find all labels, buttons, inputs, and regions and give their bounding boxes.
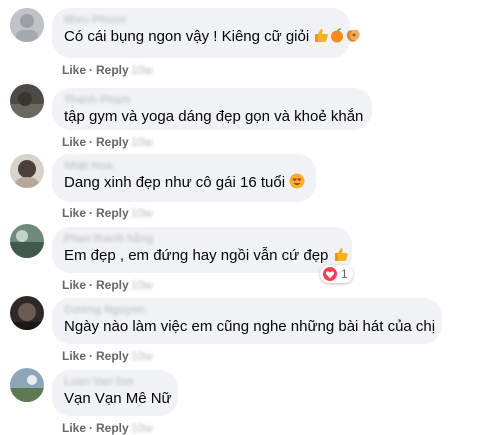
- comment-author[interactable]: Mieu Phuon: [64, 14, 338, 27]
- like-link[interactable]: Like: [62, 63, 86, 77]
- avatar[interactable]: [10, 84, 44, 118]
- comment-text: Em đẹp , em đứng hay ngồi vẫn cứ đẹp: [64, 246, 348, 268]
- love-reaction-icon: [323, 267, 337, 281]
- reply-link[interactable]: Reply: [96, 278, 129, 292]
- comment-author[interactable]: Phan thanh hằng: [64, 233, 340, 246]
- action-separator: ·: [89, 135, 94, 149]
- reply-link[interactable]: Reply: [96, 135, 129, 149]
- comment-author[interactable]: Nhật Hoa: [64, 160, 304, 173]
- comment-bubble: Phan thanh hằng Em đẹp , em đứng hay ngồ…: [52, 227, 352, 273]
- thumbs-up-emoji: [313, 27, 329, 49]
- avatar[interactable]: [10, 8, 44, 42]
- comment-actions: Like · Reply 10w: [62, 349, 153, 363]
- comment-text: Dang xinh đẹp như cô gái 16 tuổi: [64, 173, 305, 195]
- comment-text-content: Có cái bụng ngon vậy ! Kiêng cữ giỏi: [64, 28, 310, 45]
- action-separator: ·: [89, 349, 94, 363]
- avatar[interactable]: [10, 154, 44, 188]
- avatar-image: [10, 368, 44, 402]
- action-separator: ·: [89, 63, 94, 77]
- avatar-image: [10, 84, 44, 118]
- comment-bubble: Mieu Phuon Có cái bụng ngon vậy ! Kiêng …: [52, 8, 361, 58]
- tangerine-emoji: [329, 27, 345, 49]
- comment-timestamp[interactable]: 10w: [131, 135, 153, 149]
- avatar-image: [10, 224, 44, 258]
- comment-bubble: Nhật Hoa Dang xinh đẹp như cô gái 16 tuổ…: [52, 154, 316, 202]
- avatar[interactable]: [10, 224, 44, 258]
- comment-author[interactable]: Thanh Phạm: [64, 94, 360, 107]
- reaction-count: 1: [341, 267, 348, 281]
- comment-actions: Like · Reply 10w: [62, 135, 153, 149]
- comment-actions: Like · Reply 10w: [62, 206, 153, 220]
- comment-bubble: Cường Nguyen Ngày nào làm việc em cũng n…: [52, 298, 442, 344]
- comment-actions: Like · Reply 10w: [62, 278, 153, 292]
- reply-link[interactable]: Reply: [96, 206, 129, 220]
- comment-timestamp[interactable]: 10w: [131, 349, 153, 363]
- comment-text: tập gym và yoga dáng đẹp gọn và khoẻ khắ…: [64, 108, 364, 125]
- comment-bubble: Luan Van Dm Vạn Vạn Mê Nữ: [52, 370, 178, 416]
- comment-text: Vạn Vạn Mê Nữ: [64, 390, 172, 407]
- avatar[interactable]: [10, 296, 44, 330]
- like-link[interactable]: Like: [62, 349, 86, 363]
- heart-eyes-emoji: [289, 173, 305, 195]
- comment-author[interactable]: Cường Nguyen: [64, 304, 430, 317]
- avatar-image: [10, 8, 44, 42]
- comment-text: Ngày nào làm việc em cũng nghe những bài…: [64, 318, 436, 335]
- like-link[interactable]: Like: [62, 278, 86, 292]
- clapping-hands-emoji: [345, 27, 361, 49]
- comment-bubble: Thanh Phạm tập gym và yoga dáng đẹp gọn …: [52, 88, 372, 130]
- comment-actions: Like · Reply 10w: [62, 63, 153, 77]
- comment-text: Có cái bụng ngon vậy ! Kiêng cữ giỏi: [64, 27, 361, 49]
- reply-link[interactable]: Reply: [96, 63, 129, 77]
- comment-timestamp[interactable]: 10w: [131, 206, 153, 220]
- avatar-image: [10, 154, 44, 188]
- comment-text-content: Dang xinh đẹp như cô gái 16 tuổi: [64, 174, 286, 191]
- action-separator: ·: [89, 206, 94, 220]
- reaction-summary[interactable]: 1: [320, 265, 353, 283]
- reply-link[interactable]: Reply: [96, 349, 129, 363]
- avatar-image: [10, 296, 44, 330]
- comment-timestamp[interactable]: 10w: [131, 278, 153, 292]
- comment-timestamp[interactable]: 10w: [131, 63, 153, 77]
- like-link[interactable]: Like: [62, 206, 86, 220]
- avatar[interactable]: [10, 368, 44, 402]
- comment-author[interactable]: Luan Van Dm: [64, 376, 166, 389]
- comment-text-content: Em đẹp , em đứng hay ngồi vẫn cứ đẹp: [64, 247, 329, 264]
- like-link[interactable]: Like: [62, 135, 86, 149]
- action-separator: ·: [89, 278, 94, 292]
